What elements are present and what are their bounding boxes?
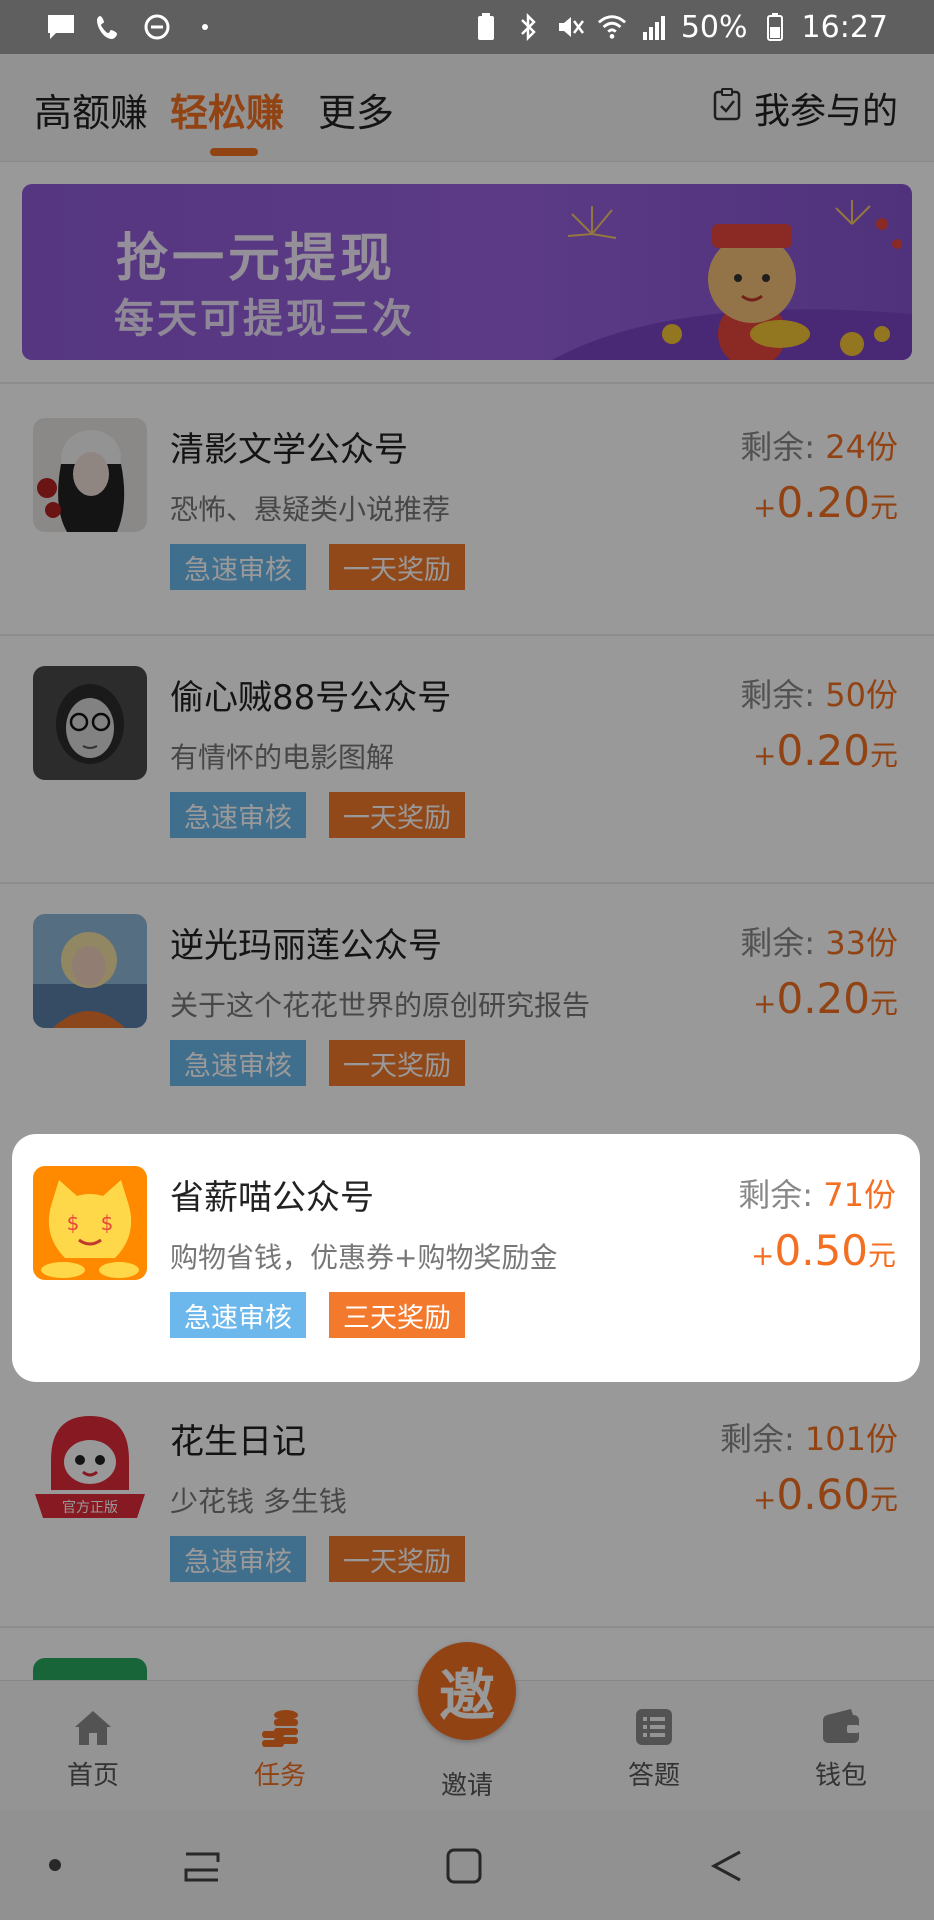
highlighted-task-card[interactable]: $ $ 省薪喵公众号 购物省钱，优惠券+购物奖励金 急速审核 三天奖励 剩余: 7…	[12, 1134, 920, 1382]
banner-subline: 每天可提现三次	[114, 296, 415, 342]
task-card[interactable]: 逆光玛丽莲公众号 关于这个花花世界的原创研究报告 急速审核 一天奖励 剩余: 3…	[0, 882, 934, 1130]
battery-saver-icon	[471, 12, 501, 42]
tab-more[interactable]: 更多	[318, 82, 394, 137]
recent-apps-icon[interactable]	[180, 1846, 224, 1886]
home-button-icon[interactable]	[444, 1846, 484, 1886]
task-title: 花生日记	[170, 1422, 306, 1462]
tab-high-earn[interactable]: 高额赚	[34, 82, 148, 137]
back-icon[interactable]	[704, 1846, 748, 1886]
promo-banner[interactable]: 抢一元提现 每天可提现三次	[22, 184, 912, 360]
nav-quiz[interactable]: 答题	[594, 1705, 714, 1792]
invite-button[interactable]: 邀	[418, 1642, 516, 1740]
fast-review-tag: 急速审核	[170, 792, 306, 838]
fast-review-tag: 急速审核	[170, 1040, 306, 1086]
task-title: 清影文学公众号	[170, 430, 408, 470]
task-description: 购物省钱，优惠券+购物奖励金	[170, 1241, 558, 1274]
home-icon	[75, 1711, 111, 1745]
reward-amount: +0.50元	[751, 1226, 896, 1275]
remaining-count: 剩余: 71份	[738, 1176, 896, 1214]
signal-icon	[639, 12, 669, 42]
task-avatar: $ $	[33, 1166, 147, 1280]
do-not-disturb-icon	[142, 12, 172, 42]
clock: 16:27	[801, 9, 888, 45]
clipboard-check-icon	[712, 87, 742, 130]
fast-review-tag: 急速审核	[170, 544, 306, 590]
wifi-icon	[597, 12, 627, 42]
nav-home[interactable]: 首页	[33, 1705, 153, 1792]
list-icon	[636, 1709, 672, 1745]
my-participation-button[interactable]: 我参与的	[712, 82, 898, 134]
dot-icon	[190, 12, 220, 42]
banner-headline: 抢一元提现	[116, 229, 397, 289]
nav-tasks-label: 任务	[253, 1761, 306, 1791]
remaining-count: 剩余: 33份	[740, 924, 898, 962]
next-task-avatar-partial	[33, 1658, 147, 1680]
divider	[0, 1626, 934, 1628]
reward-period-tag: 一天奖励	[329, 544, 465, 590]
task-title: 逆光玛丽莲公众号	[170, 926, 442, 966]
divider	[0, 382, 934, 384]
task-card[interactable]: 偷心贼88号公众号 有情怀的电影图解 急速审核 一天奖励 剩余: 50份 +0.…	[0, 634, 934, 882]
nav-wallet-label: 钱包	[814, 1761, 867, 1791]
missed-call-icon	[94, 12, 124, 42]
bluetooth-icon	[513, 12, 543, 42]
coins-icon	[262, 1710, 298, 1747]
wallet-icon	[823, 1709, 859, 1743]
fast-review-tag: 急速审核	[170, 1536, 306, 1582]
svg-text:官方正版: 官方正版	[62, 1500, 118, 1516]
task-description: 恐怖、悬疑类小说推荐	[170, 493, 451, 526]
task-card[interactable]: 清影文学公众号 恐怖、悬疑类小说推荐 急速审核 一天奖励 剩余: 24份 +0.…	[0, 386, 934, 634]
nav-tasks[interactable]: 任务	[220, 1705, 340, 1792]
task-card[interactable]: 官方正版 花生日记 少花钱 多生钱 急速审核 一天奖励 剩余: 101份 +0.…	[0, 1378, 934, 1626]
nav-wallet[interactable]: 钱包	[781, 1705, 901, 1792]
nav-invite-label: 邀请	[440, 1771, 493, 1801]
remaining-count: 剩余: 101份	[719, 1420, 898, 1458]
task-title: 偷心贼88号公众号	[170, 678, 452, 718]
top-tab-bar: 高额赚 轻松赚 更多 我参与的	[0, 54, 934, 162]
task-description: 有情怀的电影图解	[170, 741, 395, 774]
tab-easy-earn[interactable]: 轻松赚	[170, 82, 284, 137]
nav-home-label: 首页	[66, 1761, 119, 1791]
reward-period-tag: 一天奖励	[329, 1040, 465, 1086]
task-description: 关于这个花花世界的原创研究报告	[170, 989, 591, 1022]
reward-period-tag: 一天奖励	[329, 1536, 465, 1582]
remaining-count: 剩余: 50份	[740, 676, 898, 714]
nav-quiz-label: 答题	[627, 1761, 680, 1791]
active-tab-indicator	[210, 148, 258, 156]
reward-amount: +0.20元	[753, 478, 898, 527]
battery-percent: 50%	[680, 9, 748, 45]
god-of-wealth-illustration	[552, 200, 912, 360]
my-participation-label: 我参与的	[753, 91, 898, 132]
reward-period-tag: 三天奖励	[329, 1292, 465, 1338]
task-avatar: 官方正版	[33, 1410, 147, 1524]
reward-period-tag: 一天奖励	[329, 792, 465, 838]
message-icon	[46, 12, 76, 42]
svg-text:$: $	[101, 1211, 114, 1235]
svg-text:$: $	[67, 1211, 80, 1235]
fast-review-tag: 急速审核	[170, 1292, 306, 1338]
reward-amount: +0.20元	[753, 726, 898, 775]
task-avatar	[33, 666, 147, 780]
system-navigation-bar	[0, 1810, 934, 1920]
task-title: 省薪喵公众号	[170, 1178, 374, 1218]
status-bar: 50% 16:27	[0, 0, 934, 54]
battery-icon	[760, 12, 790, 42]
mute-icon	[555, 12, 585, 42]
task-avatar	[33, 418, 147, 532]
nav-dot-icon[interactable]	[48, 1858, 62, 1872]
reward-amount: +0.60元	[753, 1470, 898, 1519]
nav-invite[interactable]: 邀请	[407, 1765, 527, 1802]
task-description: 少花钱 多生钱	[170, 1485, 347, 1518]
task-avatar	[33, 914, 147, 1028]
reward-amount: +0.20元	[753, 974, 898, 1023]
remaining-count: 剩余: 24份	[740, 428, 898, 466]
